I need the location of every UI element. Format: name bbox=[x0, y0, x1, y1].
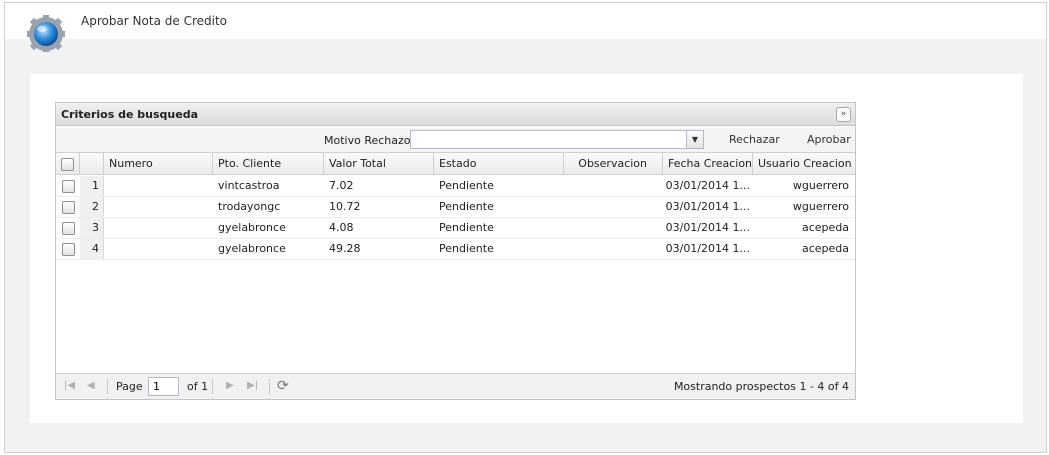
cell-valor-total: 49.28 bbox=[329, 242, 361, 255]
cell-fecha-creacion: 03/01/2014 1... bbox=[665, 242, 750, 255]
table-row[interactable]: 2 trodayongc 10.72 Pendiente 03/01/2014 … bbox=[56, 197, 855, 218]
pager-status: Mostrando prospectos 1 - 4 of 4 bbox=[673, 380, 849, 393]
first-page-icon[interactable]: |◀ bbox=[64, 380, 75, 391]
cell-observacion bbox=[564, 239, 663, 259]
cell-valor-total: 4.08 bbox=[329, 221, 354, 234]
col-pto-cliente[interactable]: Pto. Cliente bbox=[213, 153, 324, 175]
row-checkbox[interactable] bbox=[62, 242, 75, 256]
pager: |◀ ◀ Page of 1 ▶ ▶| ⟳ Mostrando prospect… bbox=[56, 373, 855, 399]
row-checkbox-cell bbox=[62, 176, 80, 196]
cell-usuario-creacion: wguerrero bbox=[792, 179, 849, 192]
cell-usuario-creacion: wguerrero bbox=[792, 200, 849, 213]
table-row[interactable]: 1 vintcastroa 7.02 Pendiente 03/01/2014 … bbox=[56, 176, 855, 197]
reject-button[interactable]: Rechazar bbox=[729, 133, 780, 146]
cell-fecha-creacion: 03/01/2014 1... bbox=[665, 200, 750, 213]
cell-numero bbox=[109, 176, 213, 196]
row-number: 1 bbox=[80, 176, 104, 196]
reason-combo[interactable]: ▼ bbox=[410, 130, 704, 149]
cell-numero bbox=[109, 218, 213, 238]
content-area: Criterios de busqueda » Motivo Rechazo: … bbox=[30, 74, 1023, 423]
last-page-icon[interactable]: ▶| bbox=[247, 380, 258, 391]
pager-separator bbox=[269, 379, 270, 394]
collapse-icon[interactable]: » bbox=[836, 107, 851, 122]
next-page-icon[interactable]: ▶ bbox=[226, 380, 234, 391]
app-frame: Aprobar Nota de Credito Criterios de bus… bbox=[4, 2, 1047, 453]
row-checkbox-cell bbox=[62, 218, 80, 238]
select-all-cell bbox=[56, 153, 80, 175]
cell-observacion bbox=[564, 176, 663, 196]
cell-valor-total: 7.02 bbox=[329, 179, 354, 192]
row-number: 4 bbox=[80, 239, 104, 259]
chevron-down-icon[interactable]: ▼ bbox=[686, 131, 703, 148]
approve-button[interactable]: Aprobar bbox=[807, 133, 851, 146]
cell-numero bbox=[109, 197, 213, 217]
cell-observacion bbox=[564, 197, 663, 217]
col-estado[interactable]: Estado bbox=[434, 153, 564, 175]
page-label: Page bbox=[116, 380, 143, 393]
select-all-checkbox[interactable] bbox=[61, 157, 74, 171]
cell-fecha-creacion: 03/01/2014 1... bbox=[665, 221, 750, 234]
col-usuario-creacion[interactable]: Usuario Creacion bbox=[753, 153, 855, 175]
toolbar: Motivo Rechazo: ▼ Rechazar Aprobar bbox=[56, 127, 855, 153]
row-number: 2 bbox=[80, 197, 104, 217]
row-number-header bbox=[80, 153, 104, 175]
cell-pto-cliente: trodayongc bbox=[218, 200, 281, 213]
pager-separator bbox=[212, 379, 213, 394]
page-count-label: of 1 bbox=[187, 380, 209, 393]
cell-estado: Pendiente bbox=[439, 242, 494, 255]
cell-pto-cliente: gyelabronce bbox=[218, 221, 286, 234]
cell-estado: Pendiente bbox=[439, 179, 494, 192]
cell-fecha-creacion: 03/01/2014 1... bbox=[665, 179, 750, 192]
cell-valor-total: 10.72 bbox=[329, 200, 361, 213]
col-valor-total[interactable]: Valor Total bbox=[324, 153, 434, 175]
cell-usuario-creacion: acepeda bbox=[801, 242, 849, 255]
row-checkbox[interactable] bbox=[62, 179, 75, 193]
refresh-icon[interactable]: ⟳ bbox=[277, 378, 289, 394]
panel-title: Criterios de busqueda bbox=[61, 108, 198, 121]
cell-observacion bbox=[564, 218, 663, 238]
row-checkbox-cell bbox=[62, 239, 80, 259]
header-bar: Aprobar Nota de Credito bbox=[5, 3, 1046, 52]
row-checkbox[interactable] bbox=[62, 221, 75, 235]
cell-pto-cliente: gyelabronce bbox=[218, 242, 286, 255]
search-panel: Criterios de busqueda » Motivo Rechazo: … bbox=[55, 102, 856, 400]
row-number: 3 bbox=[80, 218, 104, 238]
row-checkbox[interactable] bbox=[62, 200, 75, 214]
reason-label: Motivo Rechazo: bbox=[324, 134, 415, 147]
prev-page-icon[interactable]: ◀ bbox=[87, 380, 95, 391]
page-number-input[interactable] bbox=[148, 377, 179, 396]
panel-header: Criterios de busqueda » bbox=[56, 103, 855, 126]
page-title: Aprobar Nota de Credito bbox=[81, 14, 227, 28]
col-numero[interactable]: Numero bbox=[104, 153, 213, 175]
cell-estado: Pendiente bbox=[439, 200, 494, 213]
row-checkbox-cell bbox=[62, 197, 80, 217]
col-observacion[interactable]: Observacion bbox=[564, 153, 663, 175]
cell-usuario-creacion: acepeda bbox=[801, 221, 849, 234]
cell-pto-cliente: vintcastroa bbox=[218, 179, 280, 192]
globe-gear-icon bbox=[27, 15, 65, 52]
cell-estado: Pendiente bbox=[439, 221, 494, 234]
col-fecha-creacion[interactable]: Fecha Creacion bbox=[663, 153, 753, 175]
table-row[interactable]: 3 gyelabronce 4.08 Pendiente 03/01/2014 … bbox=[56, 218, 855, 239]
table-row[interactable]: 4 gyelabronce 49.28 Pendiente 03/01/2014… bbox=[56, 239, 855, 260]
grid-body: 1 vintcastroa 7.02 Pendiente 03/01/2014 … bbox=[56, 176, 855, 373]
cell-numero bbox=[109, 239, 213, 259]
grid-header: Numero Pto. Cliente Valor Total Estado O… bbox=[56, 153, 855, 175]
pager-separator bbox=[107, 379, 108, 394]
